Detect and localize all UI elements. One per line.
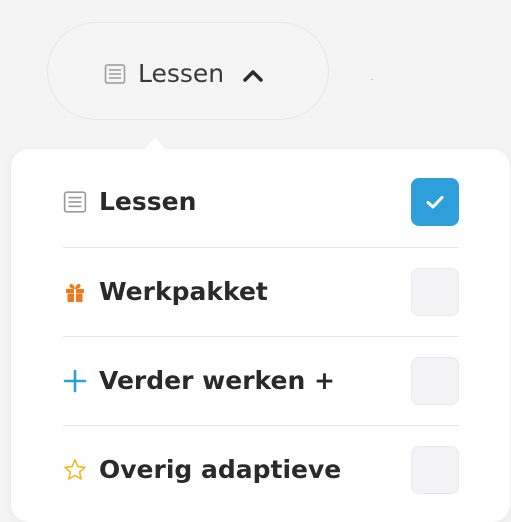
star-icon <box>64 459 86 480</box>
option-werkpakket[interactable]: Werkpakket <box>63 248 459 336</box>
lessen-checkbox[interactable] <box>411 178 459 226</box>
option-verder-werken[interactable]: Verder werken + <box>63 337 459 425</box>
chevron-up-icon <box>243 70 263 82</box>
gift-icon <box>66 283 84 302</box>
option-label: Overig adaptieve <box>99 455 342 484</box>
divider-dot <box>371 79 373 80</box>
trigger-label: Lessen <box>138 59 225 88</box>
option-label: Verder werken + <box>99 366 335 395</box>
option-label: Werkpakket <box>99 277 268 306</box>
option-label: Lessen <box>99 187 197 216</box>
overig-adaptieve-checkbox[interactable] <box>411 446 459 494</box>
filter-dropdown-panel: Lessen Werkpakket Verder werken + Overig… <box>11 149 510 522</box>
option-overig-adaptieve[interactable]: Overig adaptieve <box>63 426 459 514</box>
lessen-dropdown-trigger[interactable]: Lessen <box>47 22 329 120</box>
option-lessen[interactable]: Lessen <box>63 158 459 246</box>
werkpakket-checkbox[interactable] <box>411 268 459 316</box>
checkmark-icon <box>426 196 444 209</box>
list-document-icon <box>104 64 126 84</box>
verder-werken-checkbox[interactable] <box>411 357 459 405</box>
plus-icon <box>63 369 87 393</box>
list-document-icon <box>63 191 87 213</box>
